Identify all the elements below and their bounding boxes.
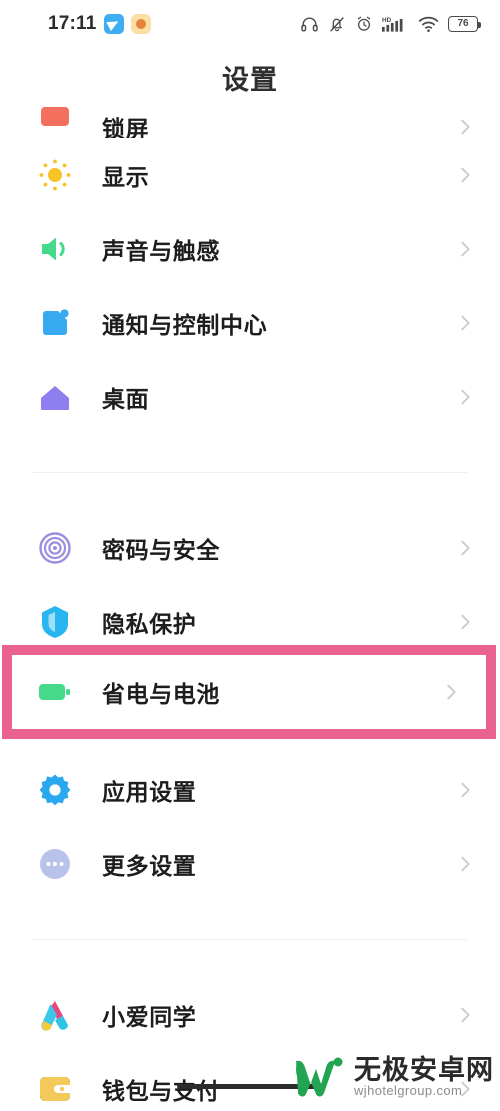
settings-row-label: 锁屏 bbox=[102, 116, 150, 138]
settings-row-label: 省电与电池 bbox=[102, 681, 220, 707]
chevron-right-icon bbox=[447, 684, 456, 700]
settings-row-xiaoai[interactable]: 小爱同学 bbox=[0, 978, 500, 1052]
wallet-payment-icon bbox=[34, 1068, 76, 1110]
watermark-name: 无极安卓网 bbox=[354, 1055, 494, 1085]
settings-row-home-screen[interactable]: 桌面 bbox=[0, 360, 500, 434]
chevron-right-icon bbox=[461, 856, 470, 872]
settings-row-label: 隐私保护 bbox=[102, 611, 197, 637]
weibo-app-icon bbox=[130, 14, 151, 34]
battery-percent-label: 76 bbox=[457, 18, 469, 29]
settings-row-more-settings[interactable]: 更多设置 bbox=[0, 827, 500, 901]
home-screen-icon bbox=[34, 376, 76, 418]
status-bar-left: 17:11 bbox=[48, 13, 151, 35]
chevron-right-icon bbox=[461, 782, 470, 798]
chevron-right-icon bbox=[461, 119, 470, 135]
settings-row-password-security[interactable]: 密码与安全 bbox=[0, 511, 500, 585]
chevron-right-icon bbox=[461, 241, 470, 257]
app-settings-gear-icon bbox=[34, 769, 76, 811]
status-bar-right: HD 76 bbox=[300, 15, 481, 34]
phone-screen: 17:11 HD 76 设置 锁屏 显示 声音与触感 通知与控制中心 桌面 密码… bbox=[0, 0, 500, 1111]
chevron-right-icon bbox=[461, 167, 470, 183]
fingerprint-security-icon bbox=[34, 527, 76, 569]
svg-text:HD: HD bbox=[382, 17, 392, 24]
settings-row-display[interactable]: 显示 bbox=[0, 138, 500, 212]
settings-row-label: 更多设置 bbox=[102, 853, 197, 879]
sound-haptics-icon bbox=[34, 228, 76, 270]
bell-muted-icon bbox=[330, 17, 344, 32]
chevron-right-icon bbox=[461, 1007, 470, 1023]
alarm-clock-icon bbox=[357, 16, 371, 31]
settings-row-label: 小爱同学 bbox=[102, 1004, 197, 1030]
privacy-shield-icon bbox=[34, 601, 76, 643]
display-brightness-icon bbox=[34, 154, 76, 196]
chevron-right-icon bbox=[461, 315, 470, 331]
settings-row-notifications[interactable]: 通知与控制中心 bbox=[0, 286, 500, 360]
settings-row-label: 桌面 bbox=[102, 386, 150, 412]
wifi-icon bbox=[418, 16, 439, 32]
settings-row-label: 密码与安全 bbox=[102, 537, 220, 563]
status-bar-clock: 17:11 bbox=[48, 13, 97, 34]
settings-row-sound-haptics[interactable]: 声音与触感 bbox=[0, 212, 500, 286]
settings-row-label: 显示 bbox=[102, 164, 150, 190]
notification-control-center-icon bbox=[34, 302, 76, 344]
battery-saver-icon bbox=[34, 671, 76, 713]
settings-row-battery[interactable]: 省电与电池 bbox=[12, 655, 486, 729]
battery-icon: 76 bbox=[448, 16, 481, 32]
highlight-annotation-box: 省电与电池 bbox=[2, 645, 496, 739]
watermark-url: wjhotelgroup.com bbox=[354, 1083, 463, 1099]
settings-row-lockscreen[interactable]: 锁屏 bbox=[0, 100, 500, 138]
status-bar: 17:11 HD 76 bbox=[0, 0, 500, 48]
watermark-logo-icon bbox=[296, 1057, 343, 1097]
settings-list: 锁屏 显示 声音与触感 通知与控制中心 桌面 密码与安全 隐私保护 应用设置 更… bbox=[0, 100, 500, 1111]
settings-row-label: 通知与控制中心 bbox=[102, 312, 268, 338]
headphones-icon bbox=[301, 16, 318, 32]
chevron-right-icon bbox=[461, 540, 470, 556]
more-settings-icon bbox=[34, 843, 76, 885]
telegram-app-icon bbox=[103, 14, 124, 34]
lockscreen-icon bbox=[34, 100, 76, 138]
watermark-text: 无极安卓网 wjhotelgroup.com bbox=[354, 1056, 494, 1098]
chevron-right-icon bbox=[461, 614, 470, 630]
page-title: 设置 bbox=[222, 65, 278, 95]
chevron-right-icon bbox=[461, 389, 470, 405]
settings-row-label: 应用设置 bbox=[102, 779, 197, 805]
xiaoai-assistant-icon bbox=[34, 994, 76, 1036]
hd-signal-icon: HD bbox=[382, 17, 403, 32]
settings-row-label: 声音与触感 bbox=[102, 238, 220, 264]
site-watermark: 无极安卓网 wjhotelgroup.com bbox=[290, 1053, 494, 1101]
settings-row-app-settings[interactable]: 应用设置 bbox=[0, 753, 500, 827]
